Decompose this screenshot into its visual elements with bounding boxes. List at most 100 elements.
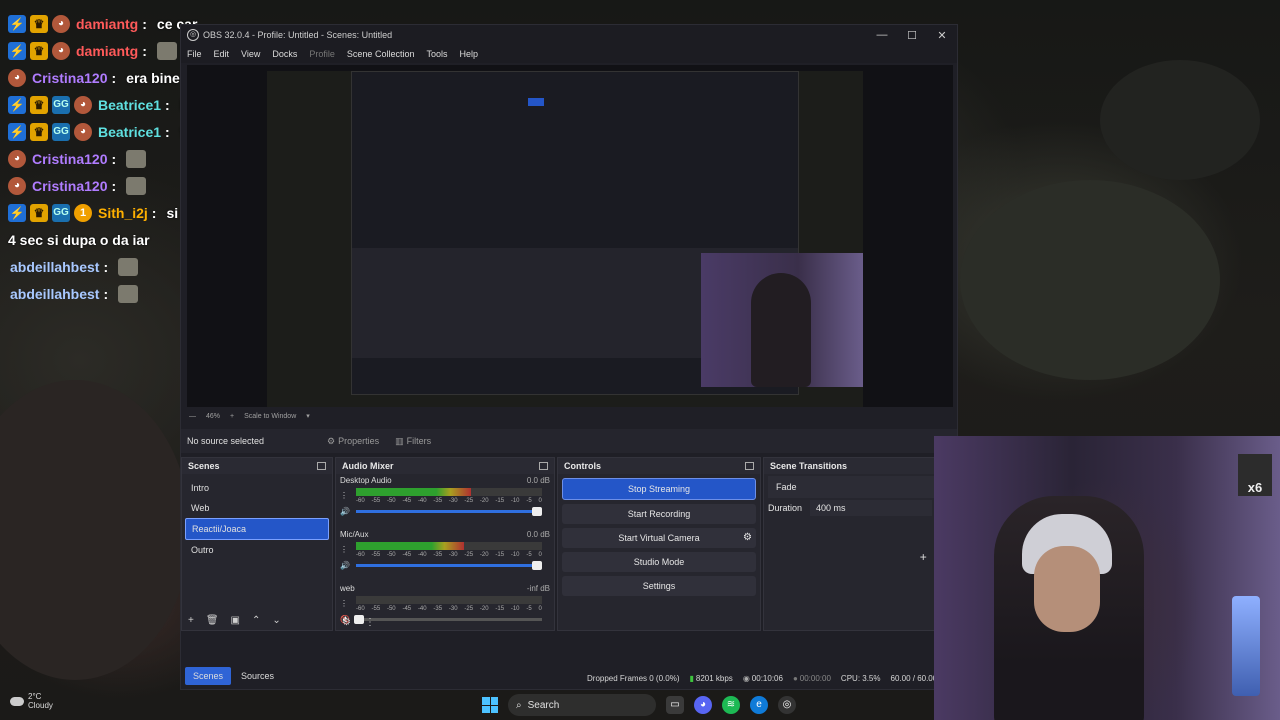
stop-streaming-button[interactable]: Stop Streaming (562, 478, 756, 500)
meter-tick: -45 (402, 606, 412, 612)
scene-filters-icon[interactable]: ▣ (231, 615, 240, 626)
obs-window[interactable]: ◎ OBS 32.0.4 - Profile: Untitled - Scene… (180, 24, 958, 690)
crown-badge-icon: ♛ (30, 95, 48, 114)
meter-tick: -25 (464, 606, 474, 612)
weather-widget[interactable]: 2°C Cloudy (10, 692, 53, 710)
title-bar[interactable]: ◎ OBS 32.0.4 - Profile: Untitled - Scene… (181, 25, 957, 45)
zoom-in-button[interactable]: + (230, 413, 234, 420)
dock-undock-icon[interactable] (317, 462, 326, 470)
scale-mode[interactable]: Scale to Window (244, 413, 296, 420)
meter-tick: -20 (479, 606, 489, 612)
prime-badge-icon: ⚡ (8, 203, 26, 222)
volume-slider[interactable] (356, 507, 543, 516)
weather-condition: Cloudy (28, 701, 53, 710)
meter-tick: -20 (479, 552, 489, 558)
preview-canvas[interactable] (267, 71, 863, 407)
menu-profile[interactable]: Profile (309, 49, 335, 59)
speaker-icon[interactable]: 🔊 (340, 558, 350, 574)
studio-mode-button[interactable]: Studio Mode (562, 552, 756, 572)
dock-undock-icon[interactable] (539, 462, 548, 470)
meter-tick: -20 (479, 498, 489, 504)
advanced-audio-icon[interactable]: ⚙ (342, 617, 351, 628)
meter-tick: -5 (526, 606, 532, 612)
cloud-icon (10, 696, 24, 706)
preview-area[interactable] (187, 65, 953, 407)
menu-docks[interactable]: Docks (272, 49, 297, 59)
start-virtual-camera-button[interactable]: Start Virtual Camera ⚙ (562, 528, 756, 548)
taskbar: 2°C Cloudy ⌕ Search ▭ ◕ ≋ e ◎ (0, 690, 1280, 720)
fox-badge-icon: ◕ (8, 68, 26, 87)
scene-item-reactii-joaca[interactable]: Reactii/Joaca (185, 518, 329, 540)
discord-icon[interactable]: ◕ (694, 696, 712, 714)
task-view-icon[interactable]: ▭ (666, 696, 684, 714)
chat-colon: : (103, 258, 109, 275)
zoom-out-button[interactable]: — (189, 413, 196, 420)
meter-tick: -40 (417, 498, 427, 504)
mixer-channels: Desktop Audio 0.0 dB ⋮ 🔊 -60 -55 -50 -45 -40… (336, 476, 554, 636)
chat-text: 4 sec si dupa o da iar (8, 231, 150, 248)
channel-db: -inf dB (526, 584, 550, 593)
dock-undock-icon[interactable] (745, 462, 754, 470)
menu-file[interactable]: File (187, 49, 202, 59)
channel-menu-icon[interactable]: ⋮ (340, 596, 350, 612)
menu-tools[interactable]: Tools (426, 49, 447, 59)
volume-slider[interactable] (356, 561, 543, 570)
add-transition-icon[interactable]: + (920, 550, 927, 564)
mixer-channel: Mic/Aux 0.0 dB ⋮ 🔊 -60 -55 -50 -45 -40 -35 -30… (336, 530, 554, 582)
channel-menu-icon[interactable]: ⋮ (340, 542, 350, 558)
settings-button[interactable]: Settings (562, 576, 756, 596)
nested-selection (528, 98, 544, 106)
transition-select[interactable]: Fade (768, 476, 952, 498)
spotify-icon[interactable]: ≋ (722, 696, 740, 714)
crown-badge-icon: ♛ (30, 203, 48, 222)
meter-tick: 0 (538, 606, 542, 612)
duration-label: Duration (768, 503, 803, 513)
edge-icon[interactable]: e (750, 696, 768, 714)
lamp-decoration (1232, 596, 1260, 696)
channel-db: 0.0 dB (526, 476, 550, 485)
move-up-icon[interactable]: ⌃ (252, 615, 260, 626)
maximize-button[interactable]: ☐ (897, 29, 927, 42)
dropped-frames: Dropped Frames 0 (0.0%) (587, 673, 680, 683)
scene-item-outro[interactable]: Outro (185, 540, 329, 560)
scale-dropdown-icon[interactable]: ▾ (306, 412, 310, 420)
filter-icon: ▥ (395, 435, 404, 446)
meter-tick: -30 (448, 606, 458, 612)
volume-meter (356, 488, 542, 496)
chat-colon: : (165, 123, 170, 140)
gear-icon: ⚙ (327, 435, 336, 446)
properties-button[interactable]: ⚙ Properties (327, 436, 379, 447)
add-scene-icon[interactable]: + (188, 615, 194, 626)
taskbar-search[interactable]: ⌕ Search (508, 694, 656, 716)
windows-start-icon[interactable] (482, 697, 498, 713)
start-recording-button[interactable]: Start Recording (562, 504, 756, 524)
menu-view[interactable]: View (241, 49, 260, 59)
volume-slider-knob[interactable] (532, 507, 543, 516)
duration-field[interactable]: 400 ms (810, 500, 933, 516)
speaker-icon[interactable]: 🔊 (340, 504, 350, 520)
volume-slider[interactable] (353, 615, 542, 624)
scene-actions: + 🗑 ▣ ⌃ ⌄ (188, 615, 281, 626)
fox-badge-icon: ◕ (52, 14, 70, 33)
streamer-face (1034, 546, 1100, 632)
menu-edit[interactable]: Edit (214, 49, 230, 59)
minimize-button[interactable]: — (867, 29, 897, 42)
virtual-camera-settings-icon[interactable]: ⚙ (743, 528, 752, 548)
obs-taskbar-icon[interactable]: ◎ (778, 696, 796, 714)
remove-scene-icon[interactable]: 🗑 (206, 615, 219, 626)
gg-badge-icon: GG (52, 95, 70, 114)
menu-scene-collection[interactable]: Scene Collection (347, 49, 415, 59)
close-button[interactable]: ✕ (927, 29, 957, 42)
channel-menu-icon[interactable]: ⋮ (340, 488, 350, 504)
scene-item-web[interactable]: Web (185, 498, 329, 518)
filters-button[interactable]: ▥ Filters (395, 436, 431, 447)
scene-item-intro[interactable]: Intro (185, 478, 329, 498)
menu-help[interactable]: Help (459, 49, 478, 59)
move-down-icon[interactable]: ⌄ (272, 615, 280, 626)
mixer-menu-icon[interactable]: ⋮ (365, 617, 375, 628)
preview-webcam (701, 253, 863, 387)
duration-row: Duration 400 ms (764, 500, 956, 516)
volume-slider-knob[interactable] (532, 561, 543, 570)
record-time: 00:00:00 (799, 673, 831, 683)
mixer-channel: web -inf dB ⋮ 🔇 -60 -55 -50 -45 -40 -35 -30 -25… (336, 584, 554, 636)
